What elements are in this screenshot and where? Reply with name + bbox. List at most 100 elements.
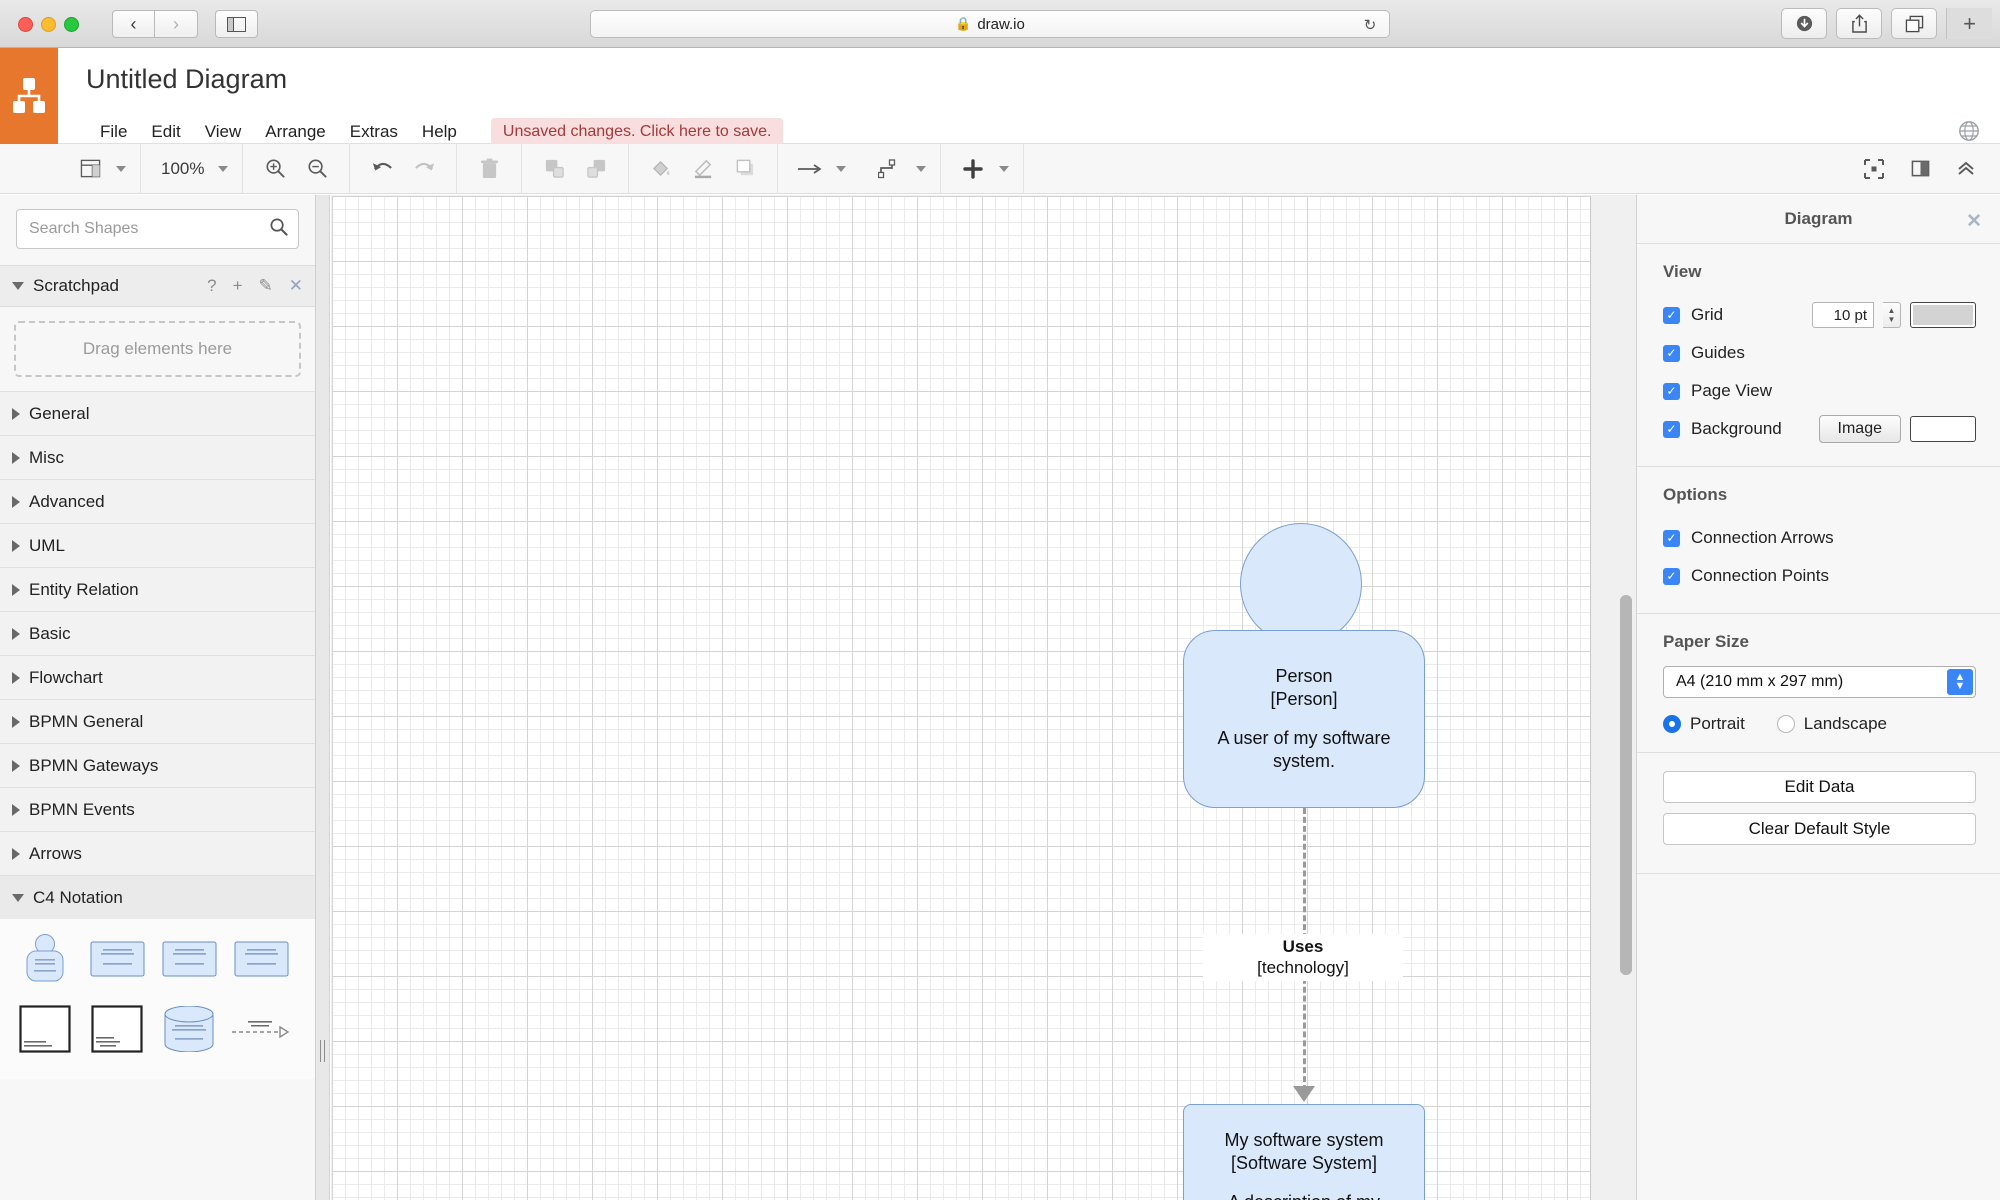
language-button[interactable] (1958, 120, 1980, 142)
send-to-back-button[interactable] (578, 152, 614, 186)
orientation-portrait[interactable]: Portrait (1663, 714, 1745, 734)
portrait-radio[interactable] (1663, 715, 1681, 733)
connection-points-checkbox[interactable]: ✓ (1663, 567, 1680, 585)
page-view-checkbox[interactable]: ✓ (1663, 382, 1680, 400)
insert-caret[interactable] (999, 165, 1010, 172)
undo-button[interactable] (364, 152, 400, 186)
guides-checkbox[interactable]: ✓ (1663, 344, 1680, 362)
menu-extras[interactable]: Extras (338, 120, 410, 144)
sidebar-section-bpmn-events[interactable]: BPMN Events (0, 787, 315, 831)
background-color-swatch[interactable] (1910, 416, 1976, 442)
diagram-canvas[interactable]: Person [Person] A user of my software sy… (331, 195, 1636, 1200)
c4-person-node[interactable]: Person [Person] A user of my software sy… (1183, 630, 1425, 808)
clear-default-style-button[interactable]: Clear Default Style (1663, 813, 1976, 845)
menu-view[interactable]: View (193, 120, 254, 144)
palette-database-shape[interactable] (156, 1001, 222, 1057)
sidebar-section-misc[interactable]: Misc (0, 435, 315, 479)
palette-relationship-boundary-shape[interactable] (84, 1001, 150, 1057)
connection-style-button[interactable] (872, 152, 908, 186)
redo-button[interactable] (406, 152, 442, 186)
collapse-toolbar-button[interactable] (1948, 152, 1984, 186)
sidebar-section-general[interactable]: General (0, 391, 315, 435)
view-layout-button[interactable] (72, 152, 108, 186)
sidebar-splitter[interactable] (316, 195, 330, 1200)
close-window-button[interactable] (18, 17, 33, 32)
menu-arrange[interactable]: Arrange (253, 120, 337, 144)
grid-color-swatch[interactable] (1910, 302, 1976, 328)
zoom-level-label[interactable]: 100% (155, 159, 210, 179)
paper-size-select[interactable]: A4 (210 mm x 297 mm) ▲ ▼ (1663, 666, 1976, 698)
sidebar-section-flowchart[interactable]: Flowchart (0, 655, 315, 699)
sidebar-section-bpmn-general[interactable]: BPMN General (0, 699, 315, 743)
sidebar-toggle-button[interactable] (215, 10, 258, 38)
plus-icon[interactable]: + (233, 276, 243, 296)
c4-software-system-node[interactable]: My software system [Software System] A d… (1183, 1104, 1425, 1200)
address-bar[interactable]: 🔒 draw.io ↻ (590, 10, 1390, 38)
palette-relationship-arrow-shape[interactable] (228, 1001, 294, 1057)
chevron-down-icon[interactable] (12, 282, 24, 290)
delete-button[interactable] (471, 152, 507, 186)
menu-file[interactable]: File (88, 120, 139, 144)
downloads-button[interactable] (1781, 8, 1827, 39)
palette-component-shape[interactable] (228, 931, 294, 987)
pencil-icon[interactable]: ✎ (259, 276, 273, 296)
sidebar-section-basic[interactable]: Basic (0, 611, 315, 655)
format-panel-scrollbar[interactable] (1620, 595, 1632, 975)
sidebar-section-arrows[interactable]: Arrows (0, 831, 315, 875)
reload-button[interactable]: ↻ (1361, 16, 1379, 34)
arrow-style-caret[interactable] (836, 165, 847, 172)
menu-edit[interactable]: Edit (139, 120, 192, 144)
forward-button[interactable]: › (155, 10, 198, 38)
connection-points-row: ✓ Connection Points (1663, 557, 1976, 595)
unsaved-changes-notice[interactable]: Unsaved changes. Click here to save. (490, 118, 784, 146)
maximize-window-button[interactable] (64, 17, 79, 32)
zoom-level-caret[interactable] (218, 165, 229, 172)
tab-overview-button[interactable] (1891, 8, 1937, 39)
diagram-page[interactable]: Person [Person] A user of my software sy… (332, 196, 1591, 1200)
c4-person-head[interactable] (1240, 523, 1362, 645)
landscape-radio[interactable] (1776, 715, 1795, 733)
format-panel-button[interactable] (1902, 152, 1938, 186)
background-image-button[interactable]: Image (1818, 415, 1901, 443)
palette-container-shape[interactable] (156, 931, 222, 987)
share-button[interactable] (1836, 8, 1882, 39)
search-shapes-box[interactable] (16, 209, 299, 249)
edit-data-button[interactable]: Edit Data (1663, 771, 1976, 803)
connection-arrows-checkbox[interactable]: ✓ (1663, 529, 1680, 547)
shadow-button[interactable] (727, 152, 763, 186)
c4-uses-edge-label[interactable]: Uses [technology] (1203, 934, 1403, 981)
menu-help[interactable]: Help (410, 120, 469, 144)
sidebar-section-advanced[interactable]: Advanced (0, 479, 315, 523)
grid-size-stepper[interactable]: ▲ ▼ (1883, 302, 1901, 328)
question-mark-icon[interactable]: ? (207, 276, 216, 296)
bring-to-front-button[interactable] (536, 152, 572, 186)
palette-person-shape[interactable] (12, 931, 78, 987)
back-button[interactable]: ‹ (112, 10, 155, 38)
close-icon[interactable]: ✕ (289, 276, 303, 296)
palette-system-boundary-shape[interactable] (12, 1001, 78, 1057)
view-layout-caret[interactable] (116, 165, 126, 172)
zoom-in-button[interactable] (257, 152, 293, 186)
new-tab-button[interactable]: + (1946, 8, 1992, 39)
connection-style-caret[interactable] (916, 165, 927, 172)
search-input[interactable] (29, 220, 286, 238)
scratchpad-header[interactable]: Scratchpad ? + ✎ ✕ (0, 265, 315, 307)
insert-button[interactable] (955, 152, 991, 186)
grid-checkbox[interactable]: ✓ (1663, 306, 1680, 324)
scratchpad-dropzone[interactable]: Drag elements here (14, 321, 301, 377)
background-checkbox[interactable]: ✓ (1663, 420, 1680, 438)
orientation-landscape[interactable]: Landscape (1776, 714, 1887, 734)
sidebar-section-c4-notation[interactable]: C4 Notation (0, 875, 315, 919)
palette-software-system-shape[interactable] (84, 931, 150, 987)
sidebar-section-bpmn-gateways[interactable]: BPMN Gateways (0, 743, 315, 787)
sidebar-section-uml[interactable]: UML (0, 523, 315, 567)
close-icon[interactable]: ✕ (1966, 210, 1982, 233)
arrow-style-button[interactable] (792, 152, 828, 186)
fill-color-button[interactable] (643, 152, 679, 186)
fullscreen-button[interactable] (1856, 152, 1892, 186)
line-color-button[interactable] (685, 152, 721, 186)
sidebar-section-entity-relation[interactable]: Entity Relation (0, 567, 315, 611)
grid-size-input[interactable]: 10 pt (1812, 302, 1874, 328)
zoom-out-button[interactable] (299, 152, 335, 186)
minimize-window-button[interactable] (41, 17, 56, 32)
